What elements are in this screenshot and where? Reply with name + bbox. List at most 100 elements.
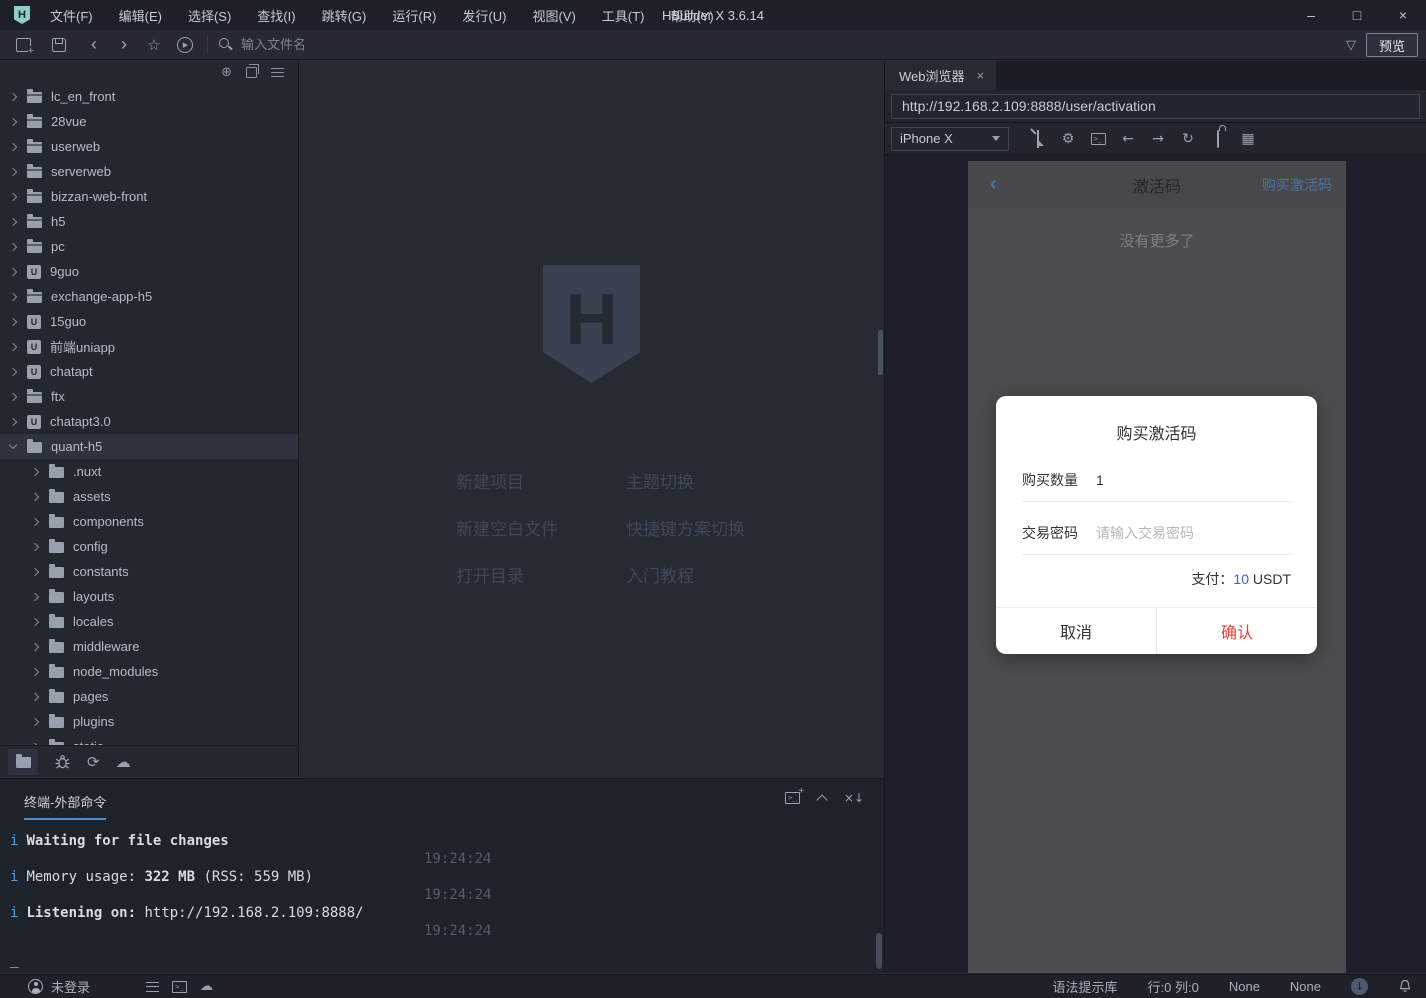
device-select[interactable]: iPhone X	[891, 126, 1009, 151]
welcome-page: H 新建项目 主题切换 新建空白文件 快捷键方案切换 打开目录 入门教程	[300, 61, 884, 777]
tree-item[interactable]: 9guo	[0, 259, 298, 284]
close-panel-icon[interactable]: ×↓	[844, 791, 864, 805]
menu-edit[interactable]: 编辑(E)	[119, 6, 162, 25]
tree-item[interactable]: static	[0, 734, 298, 745]
tree-item[interactable]: config	[0, 534, 298, 559]
run-icon[interactable]	[177, 36, 193, 53]
preview-button[interactable]: 预览	[1366, 33, 1418, 57]
syntax-library-label[interactable]: 语法提示库	[1053, 977, 1118, 996]
tree-item[interactable]: 28vue	[0, 109, 298, 134]
tree-item[interactable]: constants	[0, 559, 298, 584]
tree-item[interactable]: pages	[0, 684, 298, 709]
lock-icon[interactable]	[1203, 129, 1233, 148]
outline-icon[interactable]	[146, 981, 160, 992]
collapse-all-icon[interactable]	[246, 64, 259, 78]
tree-item[interactable]: layouts	[0, 584, 298, 609]
forward-icon[interactable]: ›	[109, 34, 139, 55]
qrcode-icon[interactable]: ▦	[1233, 131, 1263, 147]
refresh-icon[interactable]: ↻	[1173, 131, 1203, 147]
favorite-star-icon[interactable]: ☆	[139, 36, 169, 54]
minimize-button[interactable]: –	[1288, 0, 1334, 30]
back-icon[interactable]: ‹	[79, 34, 109, 55]
tree-item[interactable]: chatapt3.0	[0, 409, 298, 434]
tree-item[interactable]: plugins	[0, 709, 298, 734]
sync-icon[interactable]: ⟳	[87, 753, 100, 771]
buy-activation-link[interactable]: 购买激活码	[1262, 175, 1332, 195]
link-new-blank-file[interactable]: 新建空白文件	[456, 515, 626, 540]
login-status[interactable]: 未登录	[28, 977, 90, 996]
filter-icon[interactable]: ▽	[1346, 38, 1356, 53]
filetype-value[interactable]: None	[1290, 979, 1321, 994]
link-shortcut-scheme[interactable]: 快捷键方案切换	[626, 515, 745, 540]
quantity-value[interactable]: 1	[1096, 472, 1104, 488]
tree-item-selected[interactable]: quant-h5	[0, 434, 298, 459]
tree-item[interactable]: assets	[0, 484, 298, 509]
url-input[interactable]	[891, 93, 1420, 119]
new-terminal-icon[interactable]: >_	[784, 786, 804, 804]
tree-item[interactable]: pc	[0, 234, 298, 259]
menu-tools[interactable]: 工具(T)	[602, 6, 645, 25]
tree-item[interactable]: locales	[0, 609, 298, 634]
maximize-button[interactable]: □	[1334, 0, 1380, 30]
login-label: 未登录	[51, 980, 91, 995]
nav-forward-icon[interactable]: →	[1143, 131, 1173, 147]
link-new-project[interactable]: 新建项目	[456, 468, 626, 493]
menu-run[interactable]: 运行(R)	[392, 6, 436, 25]
new-file-icon[interactable]	[16, 37, 34, 57]
tree-item[interactable]: ftx	[0, 384, 298, 409]
cloud-icon[interactable]: ☁	[116, 753, 131, 771]
menu-help[interactable]: 帮助(Y)	[670, 6, 713, 25]
menu-view[interactable]: 视图(V)	[532, 6, 575, 25]
tree-item[interactable]: h5	[0, 209, 298, 234]
back-chevron-icon[interactable]: ‹	[990, 173, 997, 196]
file-search[interactable]	[218, 37, 451, 52]
tree-item[interactable]: chatapt	[0, 359, 298, 384]
editor-scrollbar[interactable]	[878, 330, 883, 375]
tree-item[interactable]: node_modules	[0, 659, 298, 684]
tree-item[interactable]: lc_en_front	[0, 84, 298, 109]
debug-icon[interactable]	[54, 754, 71, 770]
tree-item[interactable]: .nuxt	[0, 459, 298, 484]
project-manager-tab[interactable]	[8, 748, 38, 775]
menu-file[interactable]: 文件(F)	[50, 6, 93, 25]
open-external-icon[interactable]	[1023, 129, 1053, 148]
network-cloud-icon[interactable]: ☁	[200, 979, 213, 994]
file-search-input[interactable]	[241, 37, 451, 52]
encoding-value[interactable]: None	[1229, 979, 1260, 994]
tree-item[interactable]: middleware	[0, 634, 298, 659]
expand-panel-icon[interactable]	[816, 793, 828, 806]
cursor-position-label[interactable]: 行:0 列:0	[1148, 977, 1199, 996]
download-icon[interactable]: ↓	[1351, 978, 1368, 995]
locate-file-icon[interactable]: ⊕	[221, 65, 232, 80]
terminal-scrollbar[interactable]	[876, 933, 882, 969]
console-icon[interactable]: >_	[1083, 132, 1113, 145]
settings-gear-icon[interactable]: ⚙	[1053, 131, 1083, 147]
browser-tab[interactable]: Web浏览器 ×	[885, 61, 997, 90]
menu-find[interactable]: 查找(I)	[257, 6, 295, 25]
tree-item[interactable]: exchange-app-h5	[0, 284, 298, 309]
terminal-tab[interactable]: 终端-外部命令	[24, 792, 107, 820]
save-icon[interactable]	[52, 37, 66, 52]
notification-bell-icon[interactable]	[1398, 979, 1412, 994]
password-input[interactable]	[1096, 524, 1291, 541]
menu-publish[interactable]: 发行(U)	[462, 6, 506, 25]
tree-item[interactable]: serverweb	[0, 159, 298, 184]
tree-item[interactable]: bizzan-web-front	[0, 184, 298, 209]
nav-back-icon[interactable]: ←	[1113, 131, 1143, 147]
tree-item[interactable]: 前端uniapp	[0, 334, 298, 359]
terminal-status-icon[interactable]: >_	[172, 980, 188, 993]
tree-item[interactable]: userweb	[0, 134, 298, 159]
cancel-button[interactable]: 取消	[996, 608, 1156, 654]
link-getting-started[interactable]: 入门教程	[626, 562, 745, 587]
menu-select[interactable]: 选择(S)	[188, 6, 231, 25]
link-open-directory[interactable]: 打开目录	[456, 562, 626, 587]
close-tab-icon[interactable]: ×	[977, 68, 985, 83]
sidebar-menu-icon[interactable]	[271, 68, 284, 77]
confirm-button[interactable]: 确认	[1156, 608, 1317, 654]
menu-goto[interactable]: 跳转(G)	[322, 6, 367, 25]
link-theme-switch[interactable]: 主题切换	[626, 468, 745, 493]
tree-item[interactable]: components	[0, 509, 298, 534]
folder-icon	[27, 139, 42, 153]
close-button[interactable]: ×	[1380, 0, 1426, 30]
tree-item[interactable]: 15guo	[0, 309, 298, 334]
